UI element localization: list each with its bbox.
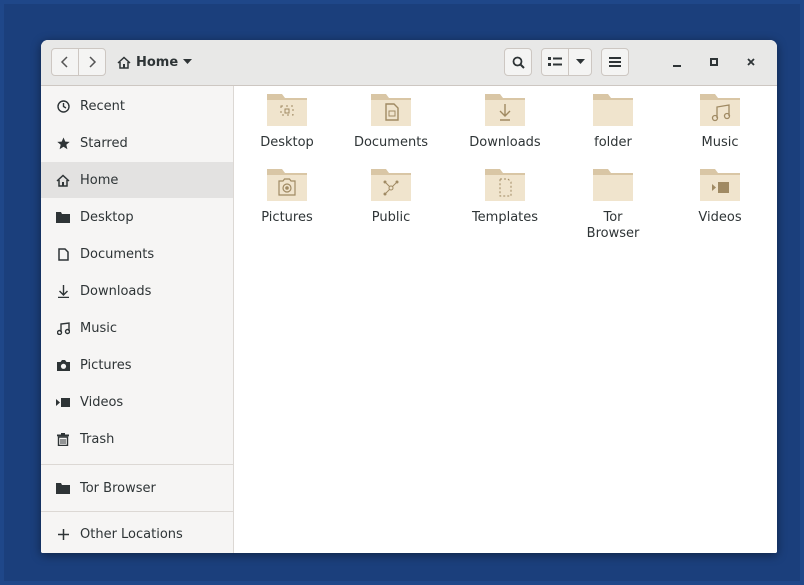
chevron-right-icon — [89, 56, 97, 68]
close-icon — [747, 58, 755, 66]
sidebar-item-label: Home — [80, 172, 119, 188]
folder-item-documents[interactable]: Documents — [341, 94, 441, 151]
back-button[interactable] — [51, 48, 79, 76]
folder-icon — [485, 94, 525, 126]
sidebar-item-desktop[interactable]: Desktop — [41, 199, 233, 235]
view-toggle-button[interactable] — [541, 48, 569, 76]
folder-item-templates[interactable]: Templates — [455, 169, 555, 226]
folder-item-public[interactable]: Public — [341, 169, 441, 226]
sidebar-item-music[interactable]: Music — [41, 310, 233, 346]
file-name: Templates — [471, 210, 539, 225]
sidebar-item-pictures[interactable]: Pictures — [41, 347, 233, 383]
trash-icon — [56, 432, 70, 446]
places-sidebar: Recent Starred Home Desktop Documents Do… — [41, 86, 234, 553]
hamburger-menu-icon — [609, 57, 621, 67]
sidebar-item-label: Trash — [80, 431, 115, 447]
folder-item-folder[interactable]: folder — [563, 94, 663, 151]
sidebar-item-starred[interactable]: Starred — [41, 125, 233, 161]
search-icon — [512, 56, 525, 69]
maximize-icon — [710, 58, 718, 66]
sidebar-separator — [41, 511, 233, 512]
main-menu-button[interactable] — [601, 48, 629, 76]
file-name: Tor Browser — [586, 210, 640, 241]
file-name: Pictures — [261, 210, 313, 225]
folder-item-tor-browser[interactable]: Tor Browser — [563, 169, 663, 242]
document-icon — [56, 247, 70, 261]
minimize-icon — [673, 65, 681, 67]
header-bar: Home — [41, 40, 777, 86]
file-view: Desktop Documents Downloads folder Music… — [234, 86, 777, 553]
sidebar-item-other-locations[interactable]: Other Locations — [41, 516, 233, 552]
clock-icon — [56, 99, 70, 113]
folder-icon — [56, 482, 70, 494]
folder-item-pictures[interactable]: Pictures — [237, 169, 337, 226]
home-icon — [56, 173, 70, 187]
path-bar-label: Home — [136, 54, 179, 70]
sidebar-item-trash[interactable]: Trash — [41, 421, 233, 457]
file-name: Videos — [698, 210, 742, 225]
folder-icon — [593, 94, 633, 126]
folder-icon — [485, 169, 525, 201]
video-icon — [56, 397, 70, 407]
file-name: folder — [594, 135, 632, 150]
camera-icon — [56, 359, 70, 371]
list-view-icon — [548, 57, 562, 66]
folder-icon — [700, 169, 740, 201]
triangle-down-icon — [183, 59, 193, 64]
folder-item-videos[interactable]: Videos — [670, 169, 770, 226]
folder-item-desktop[interactable]: Desktop — [237, 94, 337, 151]
chevron-left-icon — [60, 56, 68, 68]
search-button[interactable] — [504, 48, 532, 76]
path-bar-home-button[interactable]: Home — [117, 48, 227, 76]
sidebar-item-label: Starred — [80, 135, 128, 151]
folder-icon — [267, 169, 307, 201]
sidebar-item-label: Pictures — [80, 357, 132, 373]
sidebar-item-label: Other Locations — [80, 526, 183, 542]
sidebar-item-label: Documents — [80, 246, 155, 262]
forward-button[interactable] — [78, 48, 106, 76]
sidebar-item-tor-browser[interactable]: Tor Browser — [41, 470, 233, 506]
file-manager-window: Home Recent Starred Home Desktop Documen… — [41, 40, 777, 553]
music-icon — [56, 321, 70, 335]
minimize-button[interactable] — [665, 48, 689, 76]
close-button[interactable] — [739, 48, 763, 76]
folder-item-downloads[interactable]: Downloads — [455, 94, 555, 151]
folder-item-music[interactable]: Music — [670, 94, 770, 151]
folder-icon — [371, 169, 411, 201]
sidebar-item-documents[interactable]: Documents — [41, 236, 233, 272]
folder-icon — [267, 94, 307, 126]
file-name: Desktop — [260, 135, 314, 150]
sidebar-item-label: Downloads — [80, 283, 152, 299]
view-options-button[interactable] — [568, 48, 592, 76]
sidebar-item-label: Desktop — [80, 209, 134, 225]
plus-icon — [56, 528, 70, 540]
home-icon — [117, 55, 131, 69]
sidebar-item-label: Tor Browser — [80, 480, 156, 496]
folder-icon — [700, 94, 740, 126]
folder-icon — [56, 211, 70, 223]
maximize-button[interactable] — [702, 48, 726, 76]
folder-icon — [593, 169, 633, 201]
file-name: Public — [371, 210, 411, 225]
sidebar-item-label: Recent — [80, 98, 125, 114]
download-icon — [56, 284, 70, 298]
file-name: Music — [701, 135, 739, 150]
file-name: Downloads — [469, 135, 541, 150]
sidebar-separator — [41, 464, 233, 465]
sidebar-item-recent[interactable]: Recent — [41, 88, 233, 124]
file-name: Documents — [353, 135, 429, 150]
sidebar-item-label: Music — [80, 320, 117, 336]
sidebar-item-downloads[interactable]: Downloads — [41, 273, 233, 309]
triangle-down-icon — [575, 59, 585, 64]
sidebar-item-home[interactable]: Home — [41, 162, 233, 198]
sidebar-item-label: Videos — [80, 394, 124, 410]
sidebar-item-videos[interactable]: Videos — [41, 384, 233, 420]
folder-icon — [371, 94, 411, 126]
star-icon — [56, 137, 70, 150]
